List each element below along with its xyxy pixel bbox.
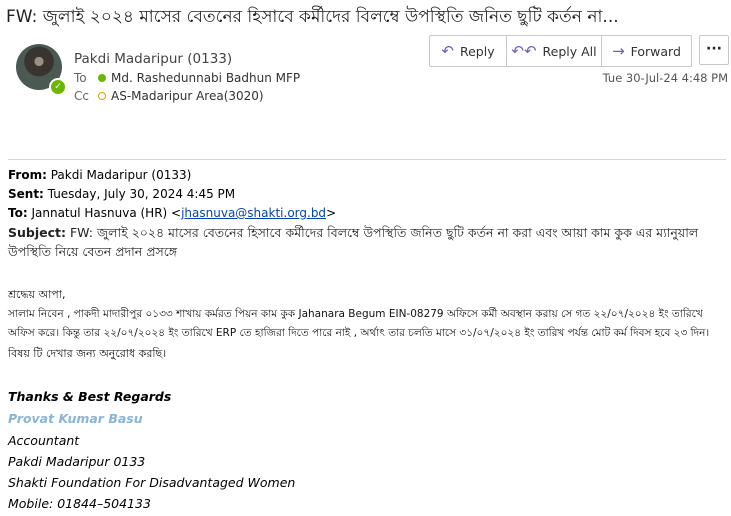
fwd-to: To: Jannatul Hasnuva (HR) <jhasnuva@shak… [8, 206, 336, 220]
fwd-sent-label: Sent: [8, 187, 44, 201]
fwd-subject: Subject: FW: জুলাই ২০২৪ মাসের বেতনের হিস… [8, 223, 703, 261]
fwd-to-close: > [326, 206, 337, 220]
email-subject: FW: জুলাই ২০২৪ মাসের বেতনের হিসাবে কর্মী… [6, 7, 619, 27]
reply-button[interactable]: ↶ Reply [430, 36, 507, 66]
reply-all-label: Reply All [542, 43, 597, 59]
signature-branch: Pakdi Madaripur 0133 [8, 454, 146, 469]
reply-all-icon: ↶↶ [511, 42, 537, 60]
fwd-subject-label: Subject: [8, 225, 66, 240]
fwd-sent: Sent: Tuesday, July 30, 2024 4:45 PM [8, 187, 235, 201]
sender-name[interactable]: Pakdi Madaripur (0133) [74, 51, 232, 67]
body-line-3: বিষয় টি দেখার জন্য অনুরোধ করছি। [8, 347, 167, 360]
fwd-from-label: From: [8, 168, 47, 182]
fwd-sent-value: Tuesday, July 30, 2024 4:45 PM [47, 187, 236, 201]
fwd-from-value: Pakdi Madaripur (0133) [50, 168, 192, 182]
cc-label: Cc [74, 89, 89, 103]
clock-icon [98, 92, 106, 100]
to-recipient[interactable]: Md. Rashedunnabi Badhun MFP [111, 71, 300, 85]
reply-icon: ↶ [441, 42, 454, 60]
body-line-1: সালাম নিবেন , পাকদী মাদারীপুর ০১৩৩ শাখায… [8, 308, 703, 320]
reply-label: Reply [459, 43, 495, 59]
forward-button[interactable]: → Forward [602, 36, 691, 66]
signature-title: Accountant [8, 433, 80, 448]
received-date: Tue 30-Jul-24 4:48 PM [602, 71, 728, 85]
presence-available-icon: ✓ [49, 78, 67, 96]
cc-row: Cc AS-Madaripur Area(3020) [74, 89, 264, 103]
fwd-subject-value: FW: জুলাই ২০২৪ মাসের বেতনের হিসাবে কর্মী… [8, 225, 699, 259]
forward-label: Forward [630, 43, 681, 59]
to-row: To Md. Rashedunnabi Badhun MFP [74, 71, 300, 85]
fwd-from: From: Pakdi Madaripur (0133) [8, 168, 191, 182]
body-line-2: অফিস করে। কিন্তু তার ২২/০৭/২০২৪ ইং তারিখ… [8, 327, 710, 339]
body-greeting: শ্রদ্ধেয় আপা, [8, 288, 66, 301]
divider [8, 159, 726, 160]
presence-dot-icon [98, 74, 106, 82]
forward-icon: → [612, 42, 625, 60]
to-label: To [74, 71, 87, 85]
fwd-to-name: Jannatul Hasnuva (HR) < [31, 206, 182, 220]
signature-regards: Thanks & Best Regards [8, 389, 172, 404]
signature-name: Provat Kumar Basu [8, 411, 143, 426]
fwd-to-email-link[interactable]: jhasnuva@shakti.org.bd [181, 206, 326, 220]
cc-recipient[interactable]: AS-Madaripur Area(3020) [111, 89, 264, 103]
reply-all-button[interactable]: ↶↶ Reply All [507, 36, 602, 66]
signature-mobile: Mobile: 01844–504133 [8, 496, 151, 511]
response-toolbar: ↶ Reply ↶↶ Reply All → Forward [429, 35, 692, 67]
fwd-to-label: To: [8, 206, 28, 220]
more-actions-button[interactable]: ··· [699, 35, 729, 65]
signature-org: Shakti Foundation For Disadvantaged Wome… [8, 475, 296, 490]
